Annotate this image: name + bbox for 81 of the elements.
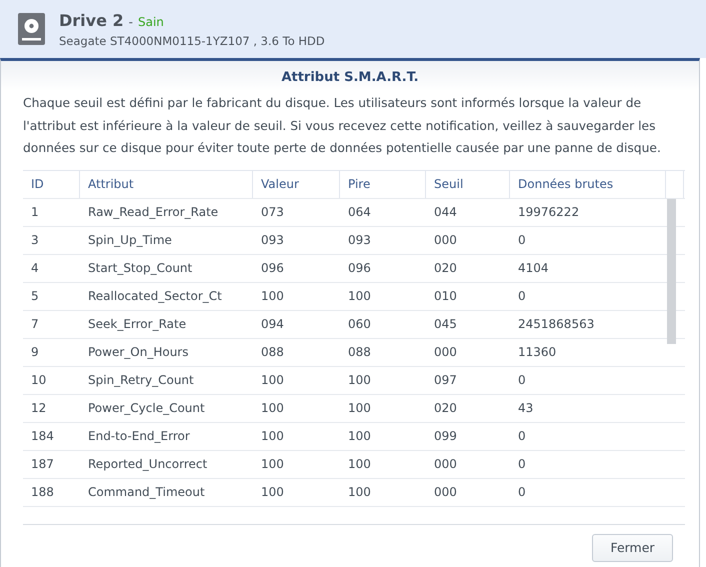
table-cell-text: 099 bbox=[433, 429, 458, 443]
table-cell-text: 19976222 bbox=[517, 205, 580, 219]
table-cell-text: 020 bbox=[433, 401, 458, 415]
separator: - bbox=[128, 14, 133, 28]
table-cell-text: 100 bbox=[260, 373, 285, 387]
table-cell-text: 093 bbox=[260, 233, 285, 247]
table-cell-text: 1 bbox=[30, 205, 40, 219]
table-cell-text: 12 bbox=[30, 401, 48, 415]
column-header[interactable]: Valeur bbox=[253, 170, 340, 198]
description-text: Chaque seuil est défini par le fabricant du disque. Les utilisateurs sont informés lorsque la valeur de l'attribut est inférieure à la valeur de seuil. Si vous recevez cette notification, veillez à sauvegarder les données sur ce disque pour éviter toute perte de données potentielle causée par une panne de disque. bbox=[23, 95, 662, 157]
table-cell-text: 010 bbox=[433, 289, 458, 303]
table-cell-text: 0 bbox=[517, 429, 527, 443]
column-header[interactable]: Données brutes bbox=[510, 170, 666, 198]
table-cell-text: 000 bbox=[433, 457, 458, 471]
table-cell-text: 0 bbox=[517, 289, 527, 303]
table-cell-text: 100 bbox=[347, 485, 372, 499]
table-cell-text: 100 bbox=[347, 429, 372, 443]
column-header[interactable]: ID bbox=[23, 170, 80, 198]
table-cell-text: 000 bbox=[433, 345, 458, 359]
table-cell-text: 094 bbox=[260, 317, 285, 331]
table-cell-text: 43 bbox=[517, 401, 534, 415]
drive-model: Seagate ST4000NM0115-1YZ107 , 3.6 To HDD bbox=[59, 34, 325, 48]
table-cell-text: Reported_Uncorrect bbox=[87, 457, 208, 471]
table-cell-text: Raw_Read_Error_Rate bbox=[87, 205, 220, 219]
table-cell-text: 045 bbox=[433, 317, 458, 331]
table-cell-text: 11360 bbox=[517, 345, 558, 359]
column-header[interactable]: Attribut bbox=[80, 170, 253, 198]
table-cell-text: 073 bbox=[260, 205, 285, 219]
table-cell-text: 093 bbox=[347, 233, 372, 247]
table-cell-text: 3 bbox=[30, 233, 40, 247]
column-header[interactable]: Pire bbox=[340, 170, 426, 198]
table-cell-text: 100 bbox=[347, 401, 372, 415]
scrollbar[interactable] bbox=[667, 198, 676, 344]
table-cell-text: 187 bbox=[30, 457, 55, 471]
table-cell-text: End-to-End_Error bbox=[87, 429, 191, 443]
table-cell-text: 4 bbox=[30, 261, 40, 275]
table-cell-text: 100 bbox=[260, 401, 285, 415]
column-header[interactable]: Seuil bbox=[426, 170, 510, 198]
table-cell-text: 100 bbox=[260, 457, 285, 471]
table-cell-text: 000 bbox=[433, 485, 458, 499]
table-cell-text: 100 bbox=[260, 289, 285, 303]
table-cell-text: 7 bbox=[30, 317, 40, 331]
table-cell-text: 096 bbox=[347, 261, 372, 275]
table-cell-text: 0 bbox=[517, 485, 527, 499]
table-cell-text: 097 bbox=[433, 373, 458, 387]
table-cell-text: Spin_Up_Time bbox=[87, 233, 173, 247]
hard-drive-icon bbox=[18, 13, 45, 45]
drive-status: Sain bbox=[138, 14, 164, 28]
drive-name: Drive 2 bbox=[59, 10, 124, 30]
table-cell-text: 088 bbox=[347, 345, 372, 359]
table-cell-text: 4104 bbox=[517, 261, 550, 275]
table-cell-text: 9 bbox=[30, 345, 40, 359]
table-cell-text: 060 bbox=[347, 317, 372, 331]
table-cell-text: 5 bbox=[30, 289, 40, 303]
table-cell-text: 184 bbox=[30, 429, 55, 443]
table-cell-text: 188 bbox=[30, 485, 55, 499]
table-cell-text: 0 bbox=[517, 457, 527, 471]
table-cell-text: Command_Timeout bbox=[87, 485, 206, 499]
table-cell-text: 0 bbox=[517, 233, 527, 247]
table-cell-text: 100 bbox=[347, 289, 372, 303]
table-cell-text: Power_On_Hours bbox=[87, 345, 190, 359]
table-cell-text: Start_Stop_Count bbox=[87, 261, 194, 275]
table-cell-text: 044 bbox=[433, 205, 458, 219]
table-cell-text: 10 bbox=[30, 373, 48, 387]
table-cell-text: 100 bbox=[260, 429, 285, 443]
table-cell-text: 096 bbox=[260, 261, 285, 275]
table-cell-text: 0 bbox=[517, 373, 527, 387]
table-cell-text: 020 bbox=[433, 261, 458, 275]
dialog-title: Attribut S.M.A.R.T. bbox=[280, 69, 420, 87]
table-cell-text: 088 bbox=[260, 345, 285, 359]
table-cell-text: 100 bbox=[260, 485, 285, 499]
close-button[interactable]: Fermer bbox=[592, 534, 673, 562]
table-cell-text: 100 bbox=[347, 457, 372, 471]
table-cell-text: Power_Cycle_Count bbox=[87, 401, 206, 415]
table-cell-text: 100 bbox=[347, 373, 372, 387]
table-cell-text: Seek_Error_Rate bbox=[87, 317, 188, 331]
table-cell-text: 000 bbox=[433, 233, 458, 247]
table-cell-text: Spin_Retry_Count bbox=[87, 373, 195, 387]
table-cell-text: 2451868563 bbox=[517, 317, 596, 331]
table-cell-text: 064 bbox=[347, 205, 372, 219]
table-cell-text: Reallocated_Sector_Ct bbox=[87, 289, 223, 303]
